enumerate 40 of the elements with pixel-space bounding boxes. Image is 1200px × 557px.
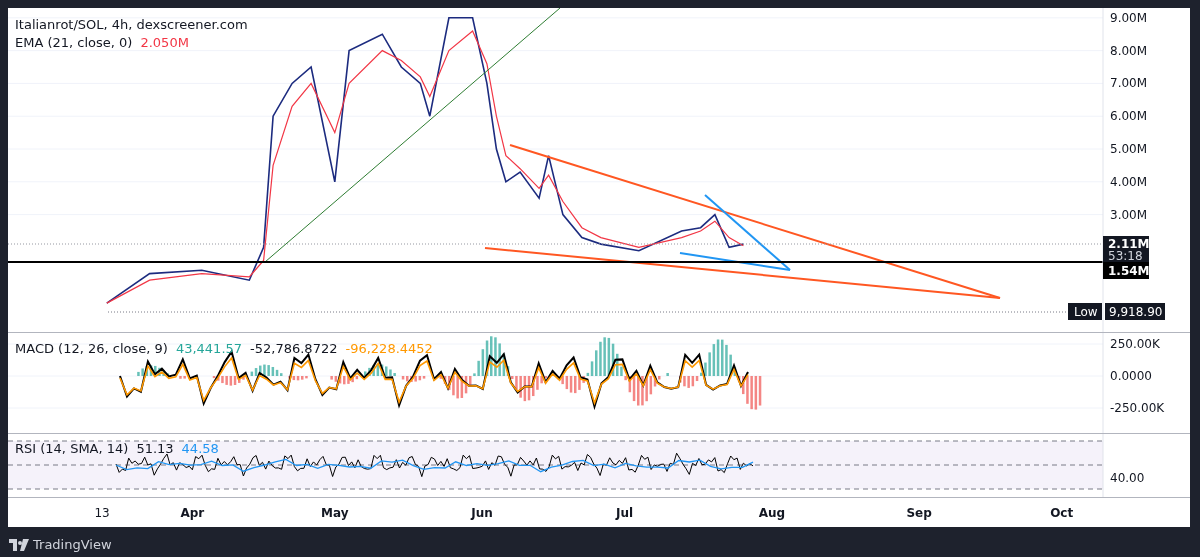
low-label: Low [1068, 303, 1102, 320]
axis-label: 4.00M [1110, 174, 1148, 189]
histogram-bar [666, 373, 669, 376]
axis-label: 250.00K [1110, 337, 1160, 351]
axis-label: -250.00K [1110, 401, 1165, 415]
time-axis-label: 13 [94, 506, 110, 520]
trend-line[interactable] [484, 247, 1001, 299]
trend-line[interactable] [704, 194, 791, 271]
symbol-title: Italianrot/SOL, 4h, dexscreener.com [15, 16, 248, 34]
time-axis-label: Oct [1050, 506, 1074, 520]
axis-label: 9.00M [1110, 10, 1148, 25]
logo-icon [9, 538, 29, 551]
indicator-value: -52,786.8722 [250, 340, 338, 358]
indicator-label: MACD (12, 26, close, 9) [15, 340, 168, 358]
axis-label: 40.00 [1110, 471, 1145, 485]
time-axis-label: Sep [906, 506, 932, 520]
indicator-value: 44.58 [181, 440, 219, 458]
axis-label: 3.00M [1110, 207, 1148, 222]
indicator-value: 51.13 [136, 440, 174, 458]
axis-label: 0.0000 [1110, 369, 1152, 383]
line-price-tag: 1.54M [1103, 262, 1150, 279]
indicator-value: 2.050M [140, 34, 189, 52]
axis-label: 7.00M [1110, 76, 1148, 91]
indicator-label: RSI (14, SMA, 14) [15, 440, 129, 458]
time-axis-label: Aug [758, 506, 786, 520]
axis-label: 5.00M [1110, 142, 1148, 156]
low-price-tag: 9,918.90 [1105, 303, 1165, 320]
time-axis-label: May [321, 506, 349, 520]
trend-line[interactable] [679, 252, 791, 271]
axis-label: 6.00M [1110, 109, 1148, 124]
time-axis-label: Jun [471, 506, 493, 520]
indicator-label: EMA (21, close, 0) [15, 34, 133, 52]
indicator-value: -96,228.4452 [345, 340, 433, 358]
time-axis-label: Jul [616, 506, 634, 520]
brand-name: TradingView [33, 536, 112, 554]
trend-line[interactable] [264, 8, 561, 263]
last-price-tag: 2.11M 53:18 [1103, 236, 1150, 263]
time-axis-label: Apr [180, 506, 205, 520]
axis-label: 8.00M [1110, 43, 1148, 58]
indicator-value: 43,441.57 [175, 340, 243, 358]
